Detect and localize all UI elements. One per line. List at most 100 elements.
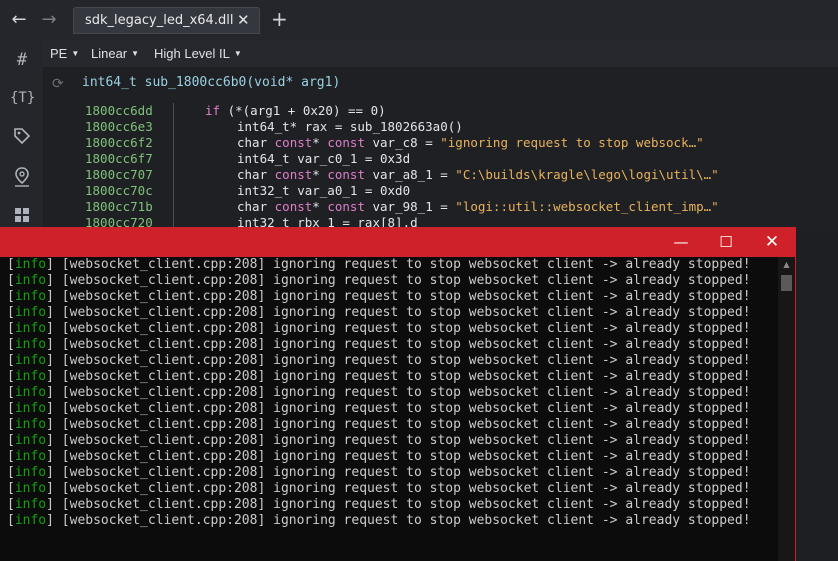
log-line: [info] [websocket_client.cpp:208] ignori… [7, 481, 751, 496]
close-icon[interactable]: ✕ [237, 11, 250, 29]
code-line[interactable]: 1800cc707 char const* const var_a8_1 = "C… [43, 167, 838, 183]
log-message: ] [websocket_client.cpp:208] ignoring re… [46, 465, 751, 480]
log-message: ] [websocket_client.cpp:208] ignoring re… [46, 321, 751, 336]
console-log[interactable]: [info] [websocket_client.cpp:208] ignori… [7, 257, 775, 557]
log-line: [info] [websocket_client.cpp:208] ignori… [7, 257, 751, 272]
console-border [795, 227, 796, 561]
code-address[interactable]: 1800cc71b [85, 199, 153, 214]
plus-icon[interactable]: + [271, 8, 288, 30]
log-level: info [14, 257, 47, 272]
log-level: info [14, 273, 47, 288]
code-line[interactable]: 1800cc71b char const* const var_98_1 = "l… [43, 199, 838, 215]
file-tab[interactable]: sdk_legacy_led_x64.dll ✕ [73, 7, 260, 34]
log-message: ] [websocket_client.cpp:208] ignoring re… [46, 433, 751, 448]
log-level: info [14, 321, 47, 336]
indent-guide [173, 103, 174, 119]
log-line: [info] [websocket_client.cpp:208] ignori… [7, 433, 751, 448]
code-address[interactable]: 1800cc707 [85, 167, 153, 182]
code-address[interactable]: 1800cc6f2 [85, 135, 153, 150]
location-pin-icon[interactable] [10, 166, 34, 190]
log-line: [info] [websocket_client.cpp:208] ignori… [7, 337, 751, 352]
linear-dropdown[interactable]: Linear ▼ [91, 46, 139, 61]
code-line[interactable]: 1800cc6f7 int64_t var_c0_1 = 0x3d [43, 151, 838, 167]
log-line: [info] [websocket_client.cpp:208] ignori… [7, 417, 751, 432]
il-dropdown[interactable]: High Level IL ▼ [154, 46, 242, 61]
console-title-bar[interactable]: — ☐ ✕ [0, 227, 796, 257]
log-message: ] [websocket_client.cpp:208] ignoring re… [46, 257, 751, 272]
log-message: ] [websocket_client.cpp:208] ignoring re… [46, 385, 751, 400]
caret-down-icon: ▼ [233, 49, 242, 58]
types-icon[interactable]: {T} [10, 86, 35, 110]
log-line: [info] [websocket_client.cpp:208] ignori… [7, 369, 751, 384]
caret-down-icon: ▼ [131, 49, 140, 58]
console-window: — ☐ ✕ [info] [websocket_client.cpp:208] … [0, 227, 796, 561]
code-text[interactable]: char const* const var_a8_1 = "C:\builds\… [237, 167, 719, 182]
hash-icon[interactable]: # [10, 48, 34, 72]
log-level: info [14, 433, 47, 448]
code-address[interactable]: 1800cc6e3 [85, 119, 153, 134]
log-message: ] [websocket_client.cpp:208] ignoring re… [46, 273, 751, 288]
log-line: [info] [websocket_client.cpp:208] ignori… [7, 321, 751, 336]
log-level: info [14, 417, 47, 432]
log-level: info [14, 385, 47, 400]
code-address[interactable]: 1800cc70c [85, 183, 153, 198]
minimize-button[interactable]: — [658, 227, 704, 257]
log-line: [info] [websocket_client.cpp:208] ignori… [7, 289, 751, 304]
code-text[interactable]: int64_t* rax = sub_1802663a0() [237, 119, 463, 134]
log-line: [info] [websocket_client.cpp:208] ignori… [7, 353, 751, 368]
log-line: [info] [websocket_client.cpp:208] ignori… [7, 305, 751, 320]
arrow-right-icon[interactable]: → [38, 9, 60, 31]
tab-bar: ← → sdk_legacy_led_x64.dll ✕ + [0, 0, 838, 40]
code-text[interactable]: int32_t var_a0_1 = 0xd0 [237, 183, 410, 198]
code-text[interactable]: char const* const var_c8 = "ignoring req… [237, 135, 704, 150]
log-level: info [14, 353, 47, 368]
indent-guide [173, 135, 174, 151]
log-level: info [14, 449, 47, 464]
log-level: info [14, 513, 47, 528]
scrollbar[interactable]: ▲ [778, 257, 795, 561]
log-line: [info] [websocket_client.cpp:208] ignori… [7, 401, 751, 416]
scroll-thumb[interactable] [781, 275, 792, 291]
log-line: [info] [websocket_client.cpp:208] ignori… [7, 513, 751, 528]
log-level: info [14, 305, 47, 320]
function-signature[interactable]: int64_t sub_1800cc6b0(void* arg1) [82, 75, 340, 90]
sidebar: # {T} [0, 40, 43, 230]
log-level: info [14, 369, 47, 384]
tag-icon[interactable] [10, 126, 34, 150]
code-address[interactable]: 1800cc6f7 [85, 151, 153, 166]
refresh-icon[interactable]: ⟳ [52, 76, 64, 92]
pe-dropdown[interactable]: PE ▼ [50, 46, 79, 61]
log-message: ] [websocket_client.cpp:208] ignoring re… [46, 513, 751, 528]
scroll-up-icon[interactable]: ▲ [778, 257, 795, 273]
arrow-left-icon[interactable]: ← [8, 9, 30, 31]
log-message: ] [websocket_client.cpp:208] ignoring re… [46, 289, 751, 304]
il-label: High Level IL [154, 46, 230, 61]
linear-label: Linear [91, 46, 128, 61]
indent-guide [173, 183, 174, 199]
log-message: ] [websocket_client.cpp:208] ignoring re… [46, 369, 751, 384]
log-line: [info] [websocket_client.cpp:208] ignori… [7, 273, 751, 288]
log-level: info [14, 481, 47, 496]
indent-guide [173, 151, 174, 167]
view-toolbar: PE ▼ Linear ▼ High Level IL ▼ [43, 40, 838, 67]
code-text[interactable]: int64_t var_c0_1 = 0x3d [237, 151, 410, 166]
maximize-button[interactable]: ☐ [703, 227, 749, 257]
code-line[interactable]: 1800cc6f2 char const* const var_c8 = "ign… [43, 135, 838, 151]
log-line: [info] [websocket_client.cpp:208] ignori… [7, 465, 751, 480]
code-line[interactable]: 1800cc6dd if (*(arg1 + 0x20) == 0) [43, 103, 838, 119]
log-level: info [14, 337, 47, 352]
code-text[interactable]: char const* const var_98_1 = "logi::util… [237, 199, 719, 214]
log-message: ] [websocket_client.cpp:208] ignoring re… [46, 337, 751, 352]
log-level: info [14, 497, 47, 512]
log-level: info [14, 289, 47, 304]
log-level: info [14, 401, 47, 416]
close-button[interactable]: ✕ [749, 227, 795, 257]
code-line[interactable]: 1800cc6e3 int64_t* rax = sub_1802663a0() [43, 119, 838, 135]
code-view[interactable]: ⟳ int64_t sub_1800cc6b0(void* arg1) 1800… [43, 67, 838, 231]
code-line[interactable]: 1800cc70c int32_t var_a0_1 = 0xd0 [43, 183, 838, 199]
code-address[interactable]: 1800cc6dd [85, 103, 153, 118]
log-message: ] [websocket_client.cpp:208] ignoring re… [46, 481, 751, 496]
code-text[interactable]: if (*(arg1 + 0x20) == 0) [205, 103, 386, 118]
log-level: info [14, 465, 47, 480]
log-message: ] [websocket_client.cpp:208] ignoring re… [46, 497, 751, 512]
